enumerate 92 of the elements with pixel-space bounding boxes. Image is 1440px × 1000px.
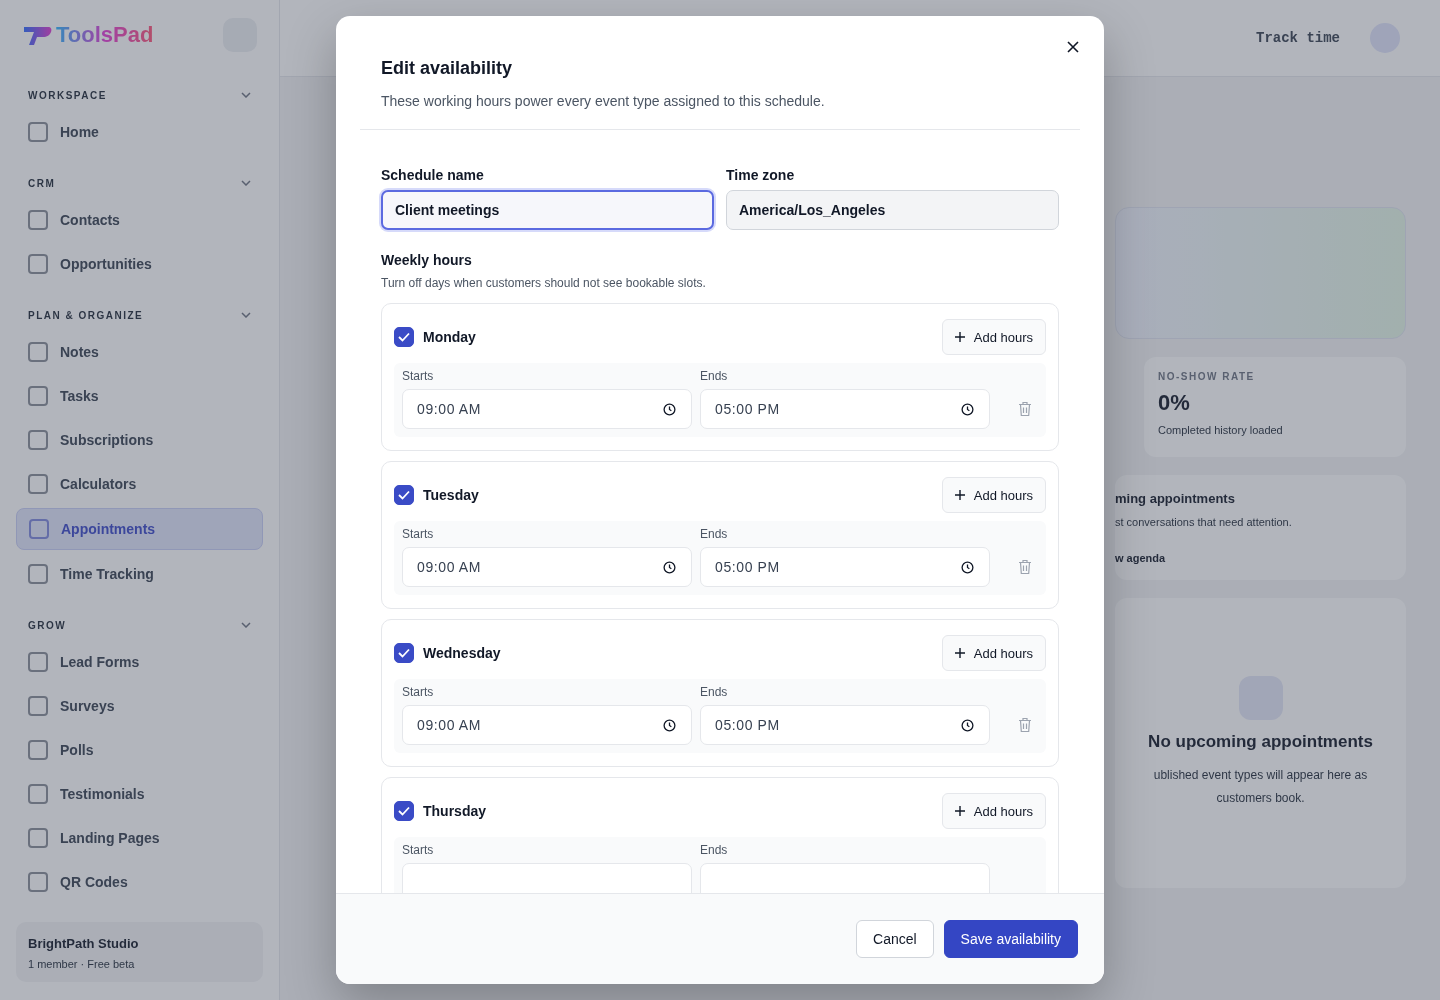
field-label: Starts	[402, 685, 435, 699]
field-label: Ends	[700, 843, 729, 857]
nav-item[interactable]: Surveys	[16, 686, 263, 726]
nav-item[interactable]: Opportunities	[16, 244, 263, 284]
stat-label: NO-SHOW RATE	[1158, 371, 1256, 382]
time-field[interactable]	[402, 863, 692, 893]
stat-note: Completed history loaded	[1158, 424, 1284, 436]
check-icon	[398, 332, 410, 342]
clock-icon	[961, 402, 974, 416]
nav-item[interactable]: Tasks	[16, 376, 263, 416]
checkbox[interactable]	[394, 643, 414, 663]
day-name: Wednesday	[423, 645, 501, 661]
field-label: Time zone	[726, 167, 796, 183]
section-title: PLAN & ORGANIZE	[28, 309, 144, 321]
panel-subtitle: st conversations that need attention.	[1115, 516, 1293, 528]
clock-icon	[663, 718, 676, 732]
nav-item[interactable]: Subscriptions	[16, 420, 263, 460]
chevron-icon[interactable]	[241, 180, 251, 186]
nav-item[interactable]: Landing Pages	[16, 818, 263, 858]
nav-item[interactable]: Time Tracking	[16, 554, 263, 594]
save-button[interactable]: Save availability	[943, 920, 1078, 958]
chevron-icon[interactable]	[241, 312, 251, 318]
section-title: CRM	[28, 177, 56, 189]
nav-item[interactable]: Appointments	[16, 508, 263, 550]
chevron-icon[interactable]	[241, 622, 251, 628]
time-field[interactable]: 05:00 PM	[700, 705, 990, 745]
plus-icon	[954, 648, 965, 658]
plus-icon	[954, 806, 965, 816]
empty-text: ublished event types will appear here as customers book.	[1152, 767, 1369, 807]
cancel-button[interactable]: Cancel	[856, 920, 934, 958]
section-hint: Turn off days when customers should not see bookable slots.	[381, 276, 707, 290]
input-field[interactable]: America/Los_Angeles	[726, 190, 1059, 230]
section-title: GROW	[28, 619, 67, 631]
field-label: Starts	[402, 527, 435, 541]
field-label: Ends	[700, 685, 729, 699]
trash-icon[interactable]	[1018, 401, 1032, 417]
nav-item[interactable]: Polls	[16, 730, 263, 770]
check-icon	[398, 648, 410, 658]
workspace-meta: 1 member · Free beta	[28, 958, 136, 970]
nav-item[interactable]: Lead Forms	[16, 642, 263, 682]
nav-item[interactable]: QR Codes	[16, 862, 263, 902]
time-field[interactable]	[700, 863, 990, 893]
time-field[interactable]: 05:00 PM	[700, 389, 990, 429]
plus-icon	[954, 332, 965, 342]
chevron-icon[interactable]	[241, 92, 251, 98]
empty-title: No upcoming appointments	[1148, 732, 1373, 753]
time-field[interactable]: 09:00 AM	[402, 389, 692, 429]
track-time-button[interactable]: Track time	[1256, 30, 1340, 46]
add-hours-button[interactable]: Add hours	[941, 635, 1046, 671]
day-name: Thursday	[423, 803, 486, 819]
nav-item[interactable]: Notes	[16, 332, 263, 372]
day-name: Monday	[423, 329, 476, 345]
close-icon[interactable]	[1067, 41, 1079, 53]
clock-icon	[961, 718, 974, 732]
trash-icon[interactable]	[1018, 717, 1032, 733]
add-hours-button[interactable]: Add hours	[941, 477, 1046, 513]
logo-icon	[22, 24, 52, 46]
time-field[interactable]: 09:00 AM	[402, 547, 692, 587]
time-field[interactable]: 05:00 PM	[700, 547, 990, 587]
add-hours-button[interactable]: Add hours	[941, 793, 1046, 829]
checkbox[interactable]	[394, 485, 414, 505]
nav-item[interactable]: Home	[16, 112, 263, 152]
check-icon	[398, 490, 410, 500]
field-label: Schedule name	[381, 167, 485, 183]
workspace-switcher[interactable]: BrightPath Studio 1 member · Free beta	[16, 922, 263, 982]
field-label: Ends	[700, 369, 729, 383]
input-field[interactable]: Client meetings	[381, 190, 714, 230]
clock-icon	[663, 560, 676, 574]
checkbox[interactable]	[394, 327, 414, 347]
nav-item[interactable]: Contacts	[16, 200, 263, 240]
field-label: Ends	[700, 527, 729, 541]
nav-item[interactable]: Calculators	[16, 464, 263, 504]
clock-icon	[961, 560, 974, 574]
section-title: WORKSPACE	[28, 89, 107, 101]
trash-icon[interactable]	[1018, 559, 1032, 575]
check-icon	[398, 806, 410, 816]
dialog-subtitle: These working hours power every event type assigned to this schedule.	[381, 93, 826, 109]
nav-item[interactable]: Testimonials	[16, 774, 263, 814]
agenda-link[interactable]: w agenda	[1115, 552, 1406, 564]
time-field[interactable]: 09:00 AM	[402, 705, 692, 745]
workspace-name: BrightPath Studio	[28, 936, 139, 951]
section-title: Weekly hours	[381, 252, 473, 268]
dialog-title: Edit availability	[381, 58, 514, 79]
field-label: Starts	[402, 843, 435, 857]
add-hours-button[interactable]: Add hours	[941, 319, 1046, 355]
panel-title: ming appointments	[1115, 491, 1236, 506]
day-name: Tuesday	[423, 487, 479, 503]
checkbox[interactable]	[394, 801, 414, 821]
plus-icon	[954, 490, 965, 500]
field-label: Starts	[402, 369, 435, 383]
clock-icon	[663, 402, 676, 416]
stat-value: 0%	[1158, 390, 1191, 416]
